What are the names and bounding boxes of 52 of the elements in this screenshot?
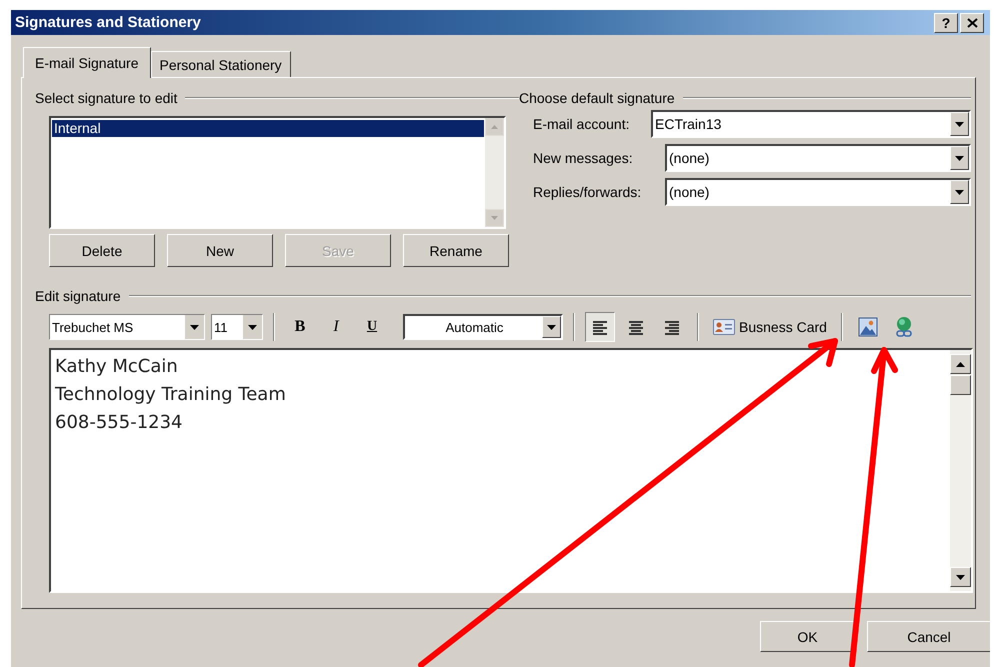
up-arrow-icon	[956, 362, 965, 366]
help-button[interactable]: ?	[934, 12, 958, 32]
field-label: Replies/forwards:	[533, 184, 642, 200]
globe-link-icon	[894, 316, 914, 338]
font-dropdown[interactable]: Trebuchet MS	[49, 314, 205, 340]
down-arrow-icon	[491, 216, 498, 220]
tab[interactable]: Personal Stationery	[150, 51, 291, 77]
field-label: New messages:	[533, 150, 634, 166]
signature-button[interactable]: New	[167, 234, 273, 267]
scrollbar[interactable]	[950, 350, 971, 591]
field-label: E-mail account:	[533, 116, 630, 132]
close-button[interactable]	[960, 12, 984, 32]
scrollbar[interactable]	[485, 118, 504, 227]
group-label: Choose default signature	[519, 90, 675, 106]
dropdown-field[interactable]: (none)	[665, 144, 971, 172]
group-label: Edit signature	[35, 288, 121, 304]
list-item[interactable]: Internal	[52, 120, 484, 137]
signature-line: 608-555-1234	[55, 411, 184, 435]
color-dropdown[interactable]: Automatic	[403, 314, 563, 340]
business-card-button[interactable]: Busness Card	[709, 313, 831, 341]
dropdown-field[interactable]: (none)	[665, 178, 971, 206]
signature-button[interactable]: Delete	[49, 234, 155, 267]
down-arrow-icon	[956, 574, 965, 580]
dropdown-arrow-icon	[955, 122, 964, 126]
size-dropdown[interactable]: 11	[211, 314, 263, 340]
scroll-thumb[interactable]	[950, 375, 971, 395]
bold-button[interactable]: B	[285, 314, 315, 340]
dropdown-field[interactable]: ECTrain13	[651, 110, 971, 138]
dropdown-arrow-icon	[547, 324, 556, 330]
close-icon	[966, 18, 978, 28]
signature-line: Technology Training Team	[55, 383, 287, 407]
signature-button[interactable]: Rename	[403, 234, 509, 267]
up-arrow-icon	[491, 125, 498, 129]
window-title: Signatures and Stationery	[15, 14, 201, 31]
picture-icon	[858, 317, 878, 337]
italic-button[interactable]: I	[321, 314, 351, 340]
align-icon	[663, 319, 681, 335]
dialog-button[interactable]: OK	[760, 621, 855, 652]
align-icon	[591, 319, 609, 335]
dialog-button[interactable]: Cancel	[867, 621, 990, 652]
align-icon	[627, 319, 645, 335]
dropdown-arrow-icon	[955, 156, 964, 160]
tab[interactable]: E-mail Signature	[23, 47, 150, 78]
dropdown-arrow-icon	[955, 190, 964, 194]
align-left-button[interactable]	[585, 312, 615, 342]
business-card-icon	[713, 319, 735, 335]
underline-button[interactable]: U	[357, 314, 387, 340]
dropdown-arrow-icon	[190, 324, 199, 330]
signature-editor[interactable]: Kathy McCain Technology Training Team 608-555-1234	[49, 348, 973, 593]
dropdown-arrow-icon	[248, 324, 257, 330]
signature-line: Kathy McCain	[55, 355, 179, 379]
group-label: Select signature to edit	[35, 90, 178, 106]
